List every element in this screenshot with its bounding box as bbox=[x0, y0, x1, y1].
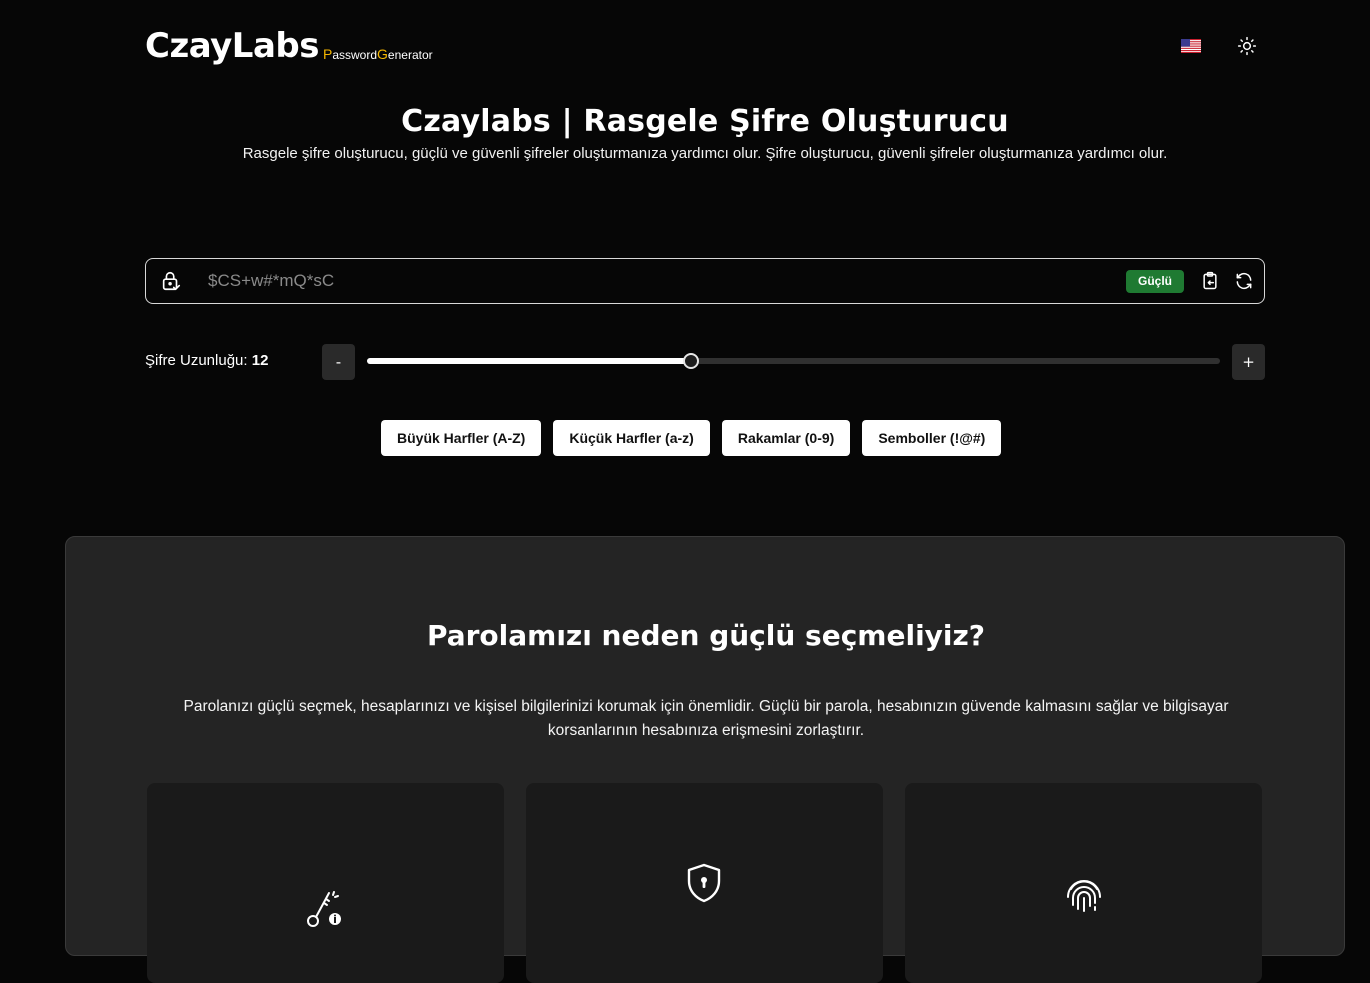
page-subtitle: Rasgele şifre oluşturucu, güçlü ve güven… bbox=[242, 145, 1168, 162]
increase-length-button[interactable]: + bbox=[1232, 344, 1265, 380]
option-uppercase[interactable]: Büyük Harfler (A-Z) bbox=[381, 420, 542, 456]
copy-icon[interactable] bbox=[1200, 271, 1220, 291]
length-value: 12 bbox=[251, 352, 269, 369]
refresh-icon[interactable] bbox=[1234, 271, 1254, 291]
decrease-length-button[interactable]: - bbox=[322, 344, 355, 380]
info-panel: Parolamızı neden güçlü seçmeliyiz? Parol… bbox=[65, 536, 1345, 983]
logo-sub-2: enerator bbox=[387, 48, 433, 62]
logo-sub-g: G bbox=[377, 46, 388, 62]
strength-badge: Güçlü bbox=[1126, 270, 1184, 293]
lock-check-icon bbox=[162, 271, 181, 291]
info-card-key bbox=[147, 783, 504, 983]
logo-text: CzayLabs bbox=[145, 26, 320, 66]
info-card-shield bbox=[526, 783, 883, 983]
password-output[interactable] bbox=[208, 267, 1108, 295]
us-flag-icon[interactable] bbox=[1181, 39, 1201, 53]
character-options: Büyük Harfler (A-Z) Küçük Harfler (a-z) … bbox=[381, 420, 1002, 456]
key-icon bbox=[307, 891, 341, 927]
page-title: Czaylabs | Rasgele Şifre Oluşturucu bbox=[401, 104, 1009, 139]
password-box: Güçlü bbox=[145, 258, 1265, 304]
info-title: Parolamızı neden güçlü seçmeliyiz? bbox=[426, 619, 986, 652]
length-label: Şifre Uzunluğu: 12 bbox=[145, 352, 268, 369]
logo[interactable]: CzayLabs PasswordGenerator bbox=[145, 26, 433, 66]
sun-icon[interactable] bbox=[1237, 36, 1257, 56]
info-text: Parolanızı güçlü seçmek, hesaplarınızı v… bbox=[183, 698, 1229, 739]
site-header: CzayLabs PasswordGenerator bbox=[0, 0, 1370, 90]
logo-subtitle: PasswordGenerator bbox=[323, 46, 433, 62]
option-symbols[interactable]: Semboller (!@#) bbox=[862, 420, 1002, 456]
option-numbers[interactable]: Rakamlar (0-9) bbox=[721, 420, 851, 456]
shield-lock-icon bbox=[687, 863, 721, 903]
length-slider[interactable] bbox=[367, 353, 1220, 369]
length-label-text: Şifre Uzunluğu: bbox=[145, 352, 248, 369]
option-lowercase[interactable]: Küçük Harfler (a-z) bbox=[553, 420, 710, 456]
length-slider-thumb[interactable] bbox=[683, 353, 700, 369]
fingerprint-icon bbox=[1067, 880, 1101, 912]
logo-sub-1: assword bbox=[332, 48, 378, 62]
info-card-fingerprint bbox=[905, 783, 1262, 983]
logo-sub-p: P bbox=[323, 46, 333, 62]
length-slider-fill bbox=[367, 358, 692, 364]
